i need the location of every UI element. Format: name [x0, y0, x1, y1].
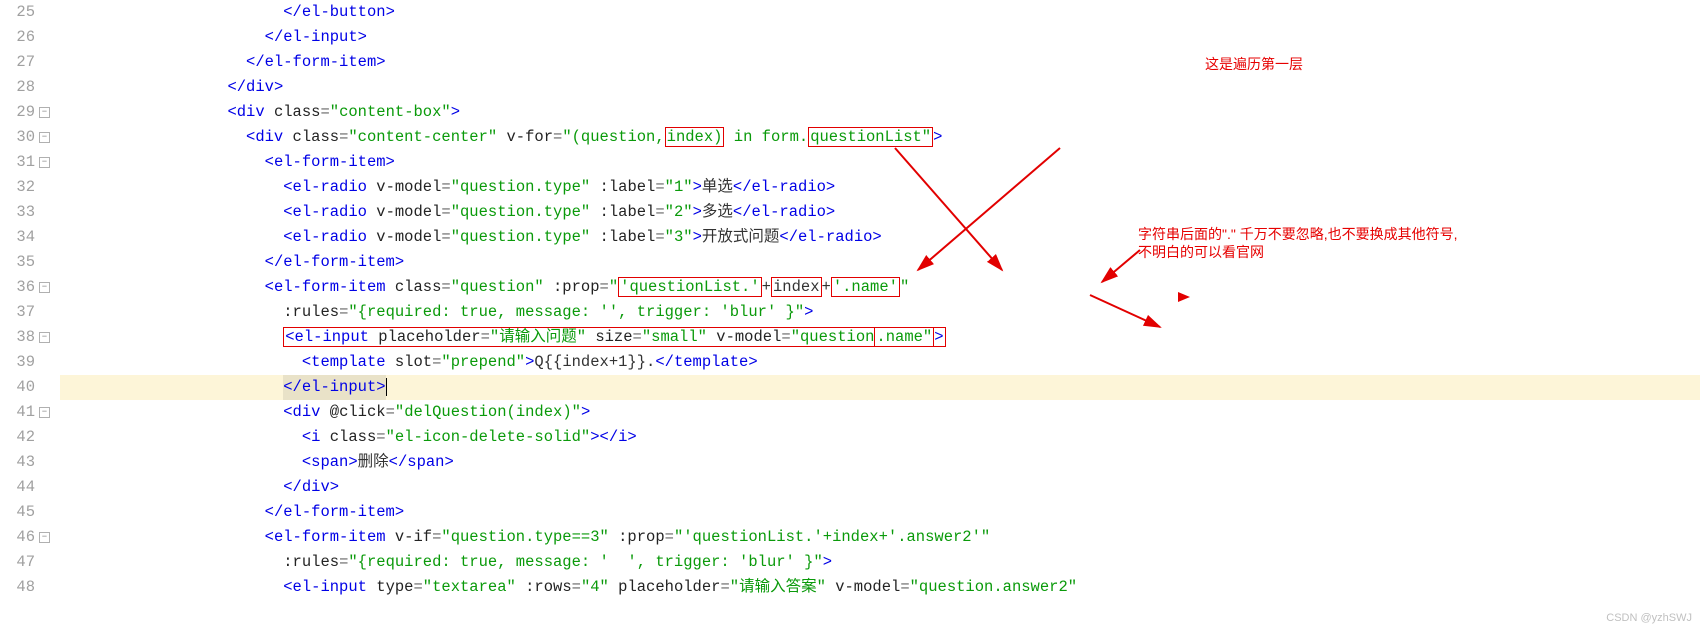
- code-line[interactable]: <el-form-item>: [60, 150, 1700, 175]
- code-line[interactable]: </el-button>: [60, 0, 1700, 25]
- code-line[interactable]: </el-form-item>: [60, 500, 1700, 525]
- code-line[interactable]: <div @click="delQuestion(index)">: [60, 400, 1700, 425]
- code-line[interactable]: </div>: [60, 475, 1700, 500]
- gutter-line: 39: [0, 350, 50, 375]
- code-line[interactable]: <el-input placeholder="请输入问题" size="smal…: [60, 325, 1700, 350]
- code-line[interactable]: <el-form-item v-if="question.type==3" :p…: [60, 525, 1700, 550]
- gutter-line: 45: [0, 500, 50, 525]
- code-line[interactable]: <div class="content-center" v-for="(ques…: [60, 125, 1700, 150]
- gutter-line: 37: [0, 300, 50, 325]
- gutter-line: 47: [0, 550, 50, 575]
- code-line[interactable]: </el-form-item>: [60, 50, 1700, 75]
- gutter-line: 30−: [0, 125, 50, 150]
- fold-toggle-icon[interactable]: −: [39, 157, 50, 168]
- code-line[interactable]: <el-radio v-model="question.type" :label…: [60, 200, 1700, 225]
- gutter-line: 43: [0, 450, 50, 475]
- code-line[interactable]: <span>删除</span>: [60, 450, 1700, 475]
- gutter-line: 32: [0, 175, 50, 200]
- gutter-line: 26: [0, 25, 50, 50]
- highlight-prop-index-box: index: [771, 277, 822, 297]
- code-editor: 2526272829−30−31−3233343536−3738−394041−…: [0, 0, 1700, 626]
- fold-toggle-icon[interactable]: −: [39, 407, 50, 418]
- gutter-line: 29−: [0, 100, 50, 125]
- code-line[interactable]: </el-input>: [60, 25, 1700, 50]
- code-line[interactable]: :rules="{required: true, message: '', tr…: [60, 300, 1700, 325]
- gutter-line: 25: [0, 0, 50, 25]
- code-line[interactable]: <el-input type="textarea" :rows="4" plac…: [60, 575, 1700, 600]
- code-area[interactable]: </el-button> </el-input> </el-form-item>…: [60, 0, 1700, 626]
- gutter-line: 48: [0, 575, 50, 600]
- fold-toggle-icon[interactable]: −: [39, 282, 50, 293]
- annotation-text-1: 这是遍历第一层: [1205, 55, 1303, 73]
- annotation-text-2: 字符串后面的"." 千万不要忽略,也不要换成其他符号, 不明白的可以看官网: [1138, 225, 1458, 261]
- code-line[interactable]: <el-radio v-model="question.type" :label…: [60, 175, 1700, 200]
- line-gutter: 2526272829−30−31−3233343536−3738−394041−…: [0, 0, 60, 626]
- fold-toggle-icon[interactable]: −: [39, 107, 50, 118]
- fold-toggle-icon[interactable]: −: [39, 132, 50, 143]
- gutter-line: 33: [0, 200, 50, 225]
- code-line[interactable]: <div class="content-box">: [60, 100, 1700, 125]
- code-line[interactable]: </div>: [60, 75, 1700, 100]
- gutter-line: 42: [0, 425, 50, 450]
- gutter-line: 44: [0, 475, 50, 500]
- gutter-line: 41−: [0, 400, 50, 425]
- code-line[interactable]: :rules="{required: true, message: ' ', t…: [60, 550, 1700, 575]
- gutter-line: 27: [0, 50, 50, 75]
- gutter-line: 34: [0, 225, 50, 250]
- highlight-vmodel-name-box: .name": [874, 327, 934, 347]
- highlight-index-box: index): [665, 127, 725, 147]
- text-cursor: [386, 378, 387, 396]
- highlight-questionlist-box: questionList": [808, 127, 933, 147]
- code-line[interactable]: <template slot="prepend">Q{{index+1}}.</…: [60, 350, 1700, 375]
- gutter-line: 31−: [0, 150, 50, 175]
- highlight-prop-name-box: '.name': [831, 277, 900, 297]
- gutter-line: 38−: [0, 325, 50, 350]
- gutter-line: 36−: [0, 275, 50, 300]
- highlight-prop-part1-box: 'questionList.': [618, 277, 762, 297]
- gutter-line: 28: [0, 75, 50, 100]
- watermark: CSDN @yzhSWJ: [1606, 612, 1692, 624]
- fold-toggle-icon[interactable]: −: [39, 332, 50, 343]
- code-line[interactable]: <el-form-item class="question" :prop="'q…: [60, 275, 1700, 300]
- code-line-current[interactable]: </el-input>: [60, 375, 1700, 400]
- code-line[interactable]: <i class="el-icon-delete-solid"></i>: [60, 425, 1700, 450]
- fold-toggle-icon[interactable]: −: [39, 532, 50, 543]
- gutter-line: 40: [0, 375, 50, 400]
- gutter-line: 35: [0, 250, 50, 275]
- gutter-line: 46−: [0, 525, 50, 550]
